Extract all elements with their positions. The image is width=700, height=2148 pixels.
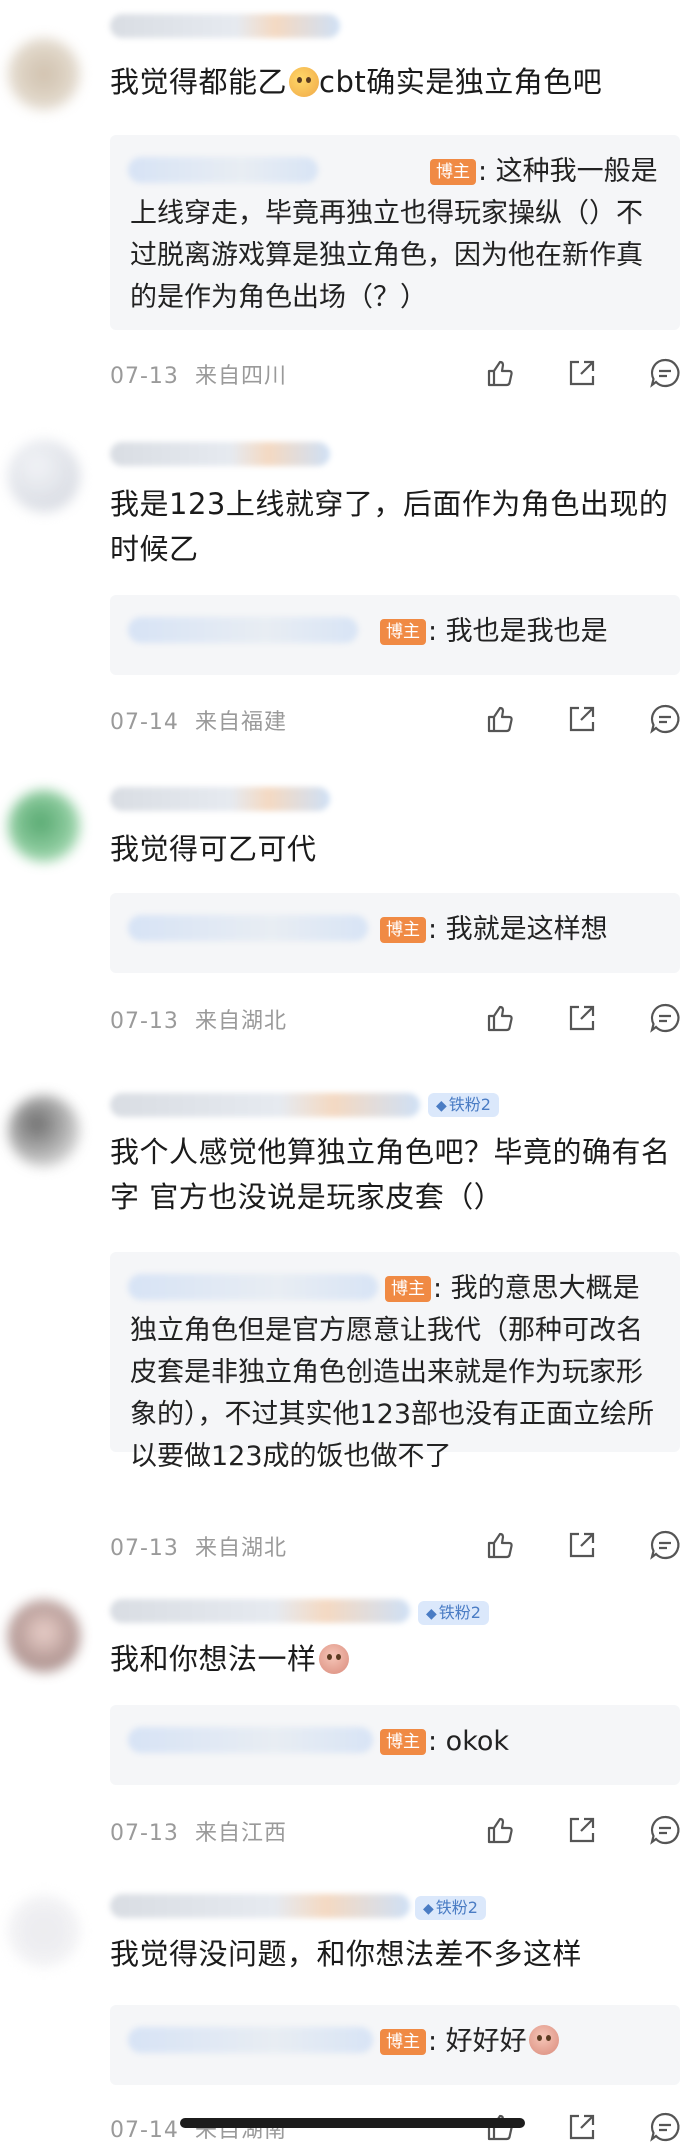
reply-box[interactable]: 博主: 我就是这样想 [110, 893, 680, 973]
reply-box[interactable]: 博主: 我也是我也是 [110, 595, 680, 675]
username[interactable] [110, 1599, 410, 1623]
badge-star-icon: ◆ [423, 1901, 434, 1917]
reply-text: 博主: 我也是我也是 [130, 611, 662, 653]
share-icon[interactable] [565, 1001, 599, 1035]
share-icon[interactable] [565, 702, 599, 736]
avatar[interactable] [8, 1095, 80, 1167]
username[interactable] [110, 1093, 420, 1117]
comment-text: 我觉得没问题，和你想法差不多这样 [110, 1937, 583, 1971]
comment-meta: 07-14 来自福建 [110, 710, 287, 735]
reply-icon[interactable] [648, 1528, 682, 1562]
fan-badge: ◆ 铁粉2 [418, 1601, 489, 1625]
reply-icon[interactable] [648, 1813, 682, 1847]
host-badge: 博主 [385, 1276, 431, 1302]
comment-meta: 07-13 来自四川 [110, 364, 287, 389]
host-badge: 博主 [380, 2029, 426, 2055]
reply-icon[interactable] [648, 2110, 682, 2144]
reply-box[interactable]: 博主: 我的意思大概是独立角色但是官方愿意让我代（那种可改名皮套是非独立角色创造… [110, 1252, 680, 1472]
reply-text: 博主: 好好好 [130, 2021, 662, 2063]
avatar[interactable] [8, 1895, 80, 1967]
reply-icon[interactable] [648, 356, 682, 390]
like-icon[interactable] [482, 1813, 516, 1847]
username[interactable] [110, 442, 330, 466]
shy-face-icon [528, 2025, 559, 2055]
share-icon[interactable] [565, 2110, 599, 2144]
comment-text: 我和你想法一样 [110, 1637, 685, 1682]
badge-star-icon: ◆ [436, 1098, 447, 1114]
host-badge: 博主 [380, 917, 426, 943]
home-indicator[interactable] [180, 2118, 525, 2128]
comment-meta: 07-14 来自湖南 [110, 2118, 287, 2143]
share-icon[interactable] [565, 1813, 599, 1847]
comment-text: 我是123上线就穿了，后面作为角色出现的时候乙 [110, 487, 669, 566]
reply-text: 博主: okok [130, 1721, 662, 1763]
share-icon[interactable] [565, 356, 599, 390]
username[interactable] [110, 1894, 410, 1918]
reply-box[interactable]: 博主: okok [110, 1705, 680, 1785]
username[interactable] [110, 14, 340, 38]
comment-meta: 07-13 来自湖北 [110, 1536, 287, 1561]
reply-box[interactable]: 博主: 这种我一般是上线穿走，毕竟再独立也得玩家操纵（）不过脱离游戏算是独立角色… [110, 135, 680, 330]
avatar[interactable] [8, 790, 80, 862]
reply-box[interactable]: 博主: 好好好 [110, 2005, 680, 2085]
comment-meta: 07-13 来自湖北 [110, 1009, 287, 1034]
reply-icon[interactable] [648, 702, 682, 736]
like-icon[interactable] [482, 1528, 516, 1562]
like-icon[interactable] [482, 702, 516, 736]
host-badge: 博主 [380, 1729, 426, 1755]
fan-badge: ◆ 铁粉2 [415, 1896, 486, 1920]
host-badge: 博主 [430, 159, 476, 185]
badge-star-icon: ◆ [426, 1606, 437, 1622]
reply-text: 博主: 我的意思大概是独立角色但是官方愿意让我代（那种可改名皮套是非独立角色创造… [130, 1273, 655, 1472]
thinking-face-icon [289, 67, 320, 97]
avatar[interactable] [8, 1600, 80, 1672]
like-icon[interactable] [482, 1001, 516, 1035]
like-icon[interactable] [482, 356, 516, 390]
comment-text: 我觉得都能乙 cbt确实是独立角色吧 [110, 65, 603, 99]
reply-text: 博主: 我就是这样想 [130, 909, 662, 951]
share-icon[interactable] [565, 1528, 599, 1562]
username[interactable] [110, 787, 330, 811]
reply-icon[interactable] [648, 1001, 682, 1035]
reply-text: 博主: 这种我一般是上线穿走，毕竟再独立也得玩家操纵（）不过脱离游戏算是独立角色… [130, 156, 658, 313]
comment-meta: 07-13 来自江西 [110, 1821, 287, 1846]
avatar[interactable] [8, 38, 80, 110]
comment-text: 我觉得可乙可代 [110, 832, 317, 866]
shy-face-icon [318, 1644, 349, 1674]
host-badge: 博主 [380, 619, 426, 645]
fan-badge: ◆ 铁粉2 [428, 1093, 499, 1117]
avatar[interactable] [8, 440, 80, 512]
comment-text: 我个人感觉他算独立角色吧？毕竟的确有名字 官方也没说是玩家皮套（） [110, 1135, 671, 1214]
